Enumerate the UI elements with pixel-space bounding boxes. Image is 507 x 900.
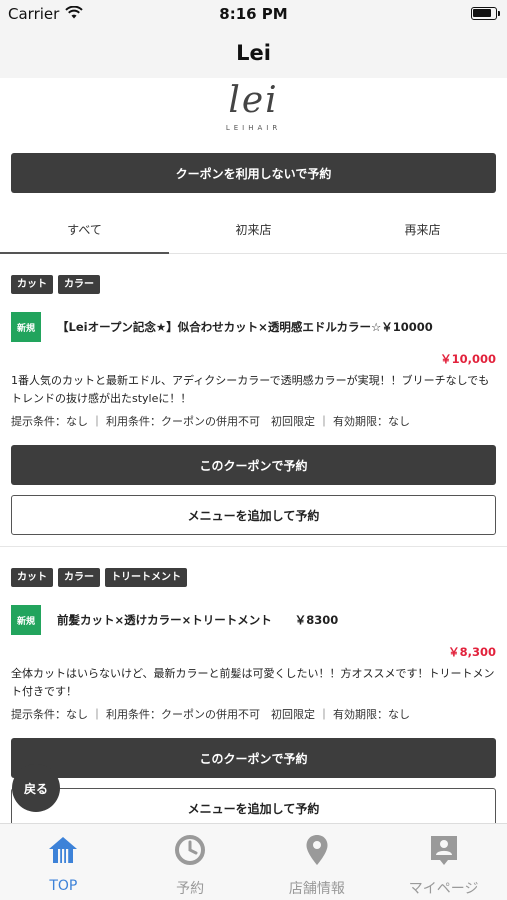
navigation-bar: Lei: [0, 28, 507, 78]
tabbar-label: 店舗情報: [288, 881, 345, 897]
status-bar: Carrier 8:16 PM: [0, 0, 507, 28]
coupon-title-row: 新規 【Leiオープン記念★】似合わせカット×透明感エドルカラー☆￥10000: [11, 312, 496, 342]
map-pin-icon: [301, 833, 333, 867]
coupon-price: ￥8,300: [448, 645, 496, 659]
tabbar-item-top[interactable]: TOP: [0, 824, 127, 900]
tabbar-label: マイページ: [408, 881, 479, 897]
logo-script: lei: [228, 80, 279, 121]
tag-label: カラー: [58, 568, 100, 587]
tag-label: カラー: [58, 275, 100, 294]
profile-card-icon: [428, 833, 460, 867]
clock-time: 8:16 PM: [219, 5, 288, 23]
coupon-conditions: 提示条件：なし ｜ 利用条件：クーポンの併用不可 初回限定 ｜ 有効期限：なし: [11, 708, 410, 721]
tag-label: カット: [11, 568, 53, 587]
logo-subtitle: LEIHAIR: [225, 124, 282, 132]
tab-return-visit[interactable]: 再来店: [338, 206, 507, 253]
tag-label: トリートメント: [105, 568, 187, 587]
coupon-price: ￥10,000: [440, 352, 496, 366]
tag-label: カット: [11, 275, 53, 294]
coupon-conditions: 提示条件：なし ｜ 利用条件：クーポンの併用不可 初回限定 ｜ 有効期限：なし: [11, 415, 410, 428]
coupon-title-row: 新規 前髪カット×透けカラー×トリートメント ￥8300: [11, 605, 496, 635]
coupon-tags: カット カラー トリートメント: [11, 568, 187, 587]
tab-first-visit[interactable]: 初来店: [169, 206, 338, 253]
tab-all[interactable]: すべて: [0, 206, 169, 254]
add-menu-button[interactable]: メニューを追加して予約: [11, 788, 496, 828]
tabbar-label: 予約: [176, 881, 205, 897]
home-icon: [47, 833, 79, 867]
coupon-description: 全体カットはいらないけど、最新カラーと前髪は可愛くしたい！！方オススメです！トリ…: [11, 667, 495, 698]
battery-icon: [471, 7, 500, 20]
new-badge: 新規: [11, 605, 41, 635]
salon-logo: lei LEIHAIR: [0, 82, 507, 142]
tabbar-item-shop-info[interactable]: 店舗情報: [254, 824, 381, 900]
reserve-without-coupon-button[interactable]: クーポンを利用しないで予約: [11, 153, 496, 193]
tabbar-label: TOP: [49, 878, 78, 894]
back-button[interactable]: 戻る: [12, 764, 60, 812]
use-coupon-button[interactable]: このクーポンで予約: [11, 445, 496, 485]
tabbar-item-reservation[interactable]: 予約: [127, 824, 254, 900]
coupon-card: カット カラー トリートメント 新規 前髪カット×透けカラー×トリートメント ￥…: [0, 548, 507, 838]
add-menu-button[interactable]: メニューを追加して予約: [11, 495, 496, 535]
use-coupon-button[interactable]: このクーポンで予約: [11, 738, 496, 778]
coupon-title: 前髪カット×透けカラー×トリートメント ￥8300: [57, 613, 339, 627]
clock-icon: [174, 833, 206, 867]
tabbar-item-mypage[interactable]: マイページ: [380, 824, 507, 900]
coupon-description: 1番人気のカットと最新エドル、アディクシーカラーで透明感カラーが実現！！ブリーチ…: [11, 374, 490, 405]
coupon-filter-tabs: すべて 初来店 再来店: [0, 206, 507, 254]
coupon-card: カット カラー 新規 【Leiオープン記念★】似合わせカット×透明感エドルカラー…: [0, 255, 507, 547]
bottom-tab-bar: TOP 予約 店舗情報 マイページ: [0, 823, 507, 900]
new-badge: 新規: [11, 312, 41, 342]
coupon-tags: カット カラー: [11, 275, 100, 294]
page-title: Lei: [236, 41, 271, 65]
coupon-title: 【Leiオープン記念★】似合わせカット×透明感エドルカラー☆￥10000: [57, 320, 433, 334]
